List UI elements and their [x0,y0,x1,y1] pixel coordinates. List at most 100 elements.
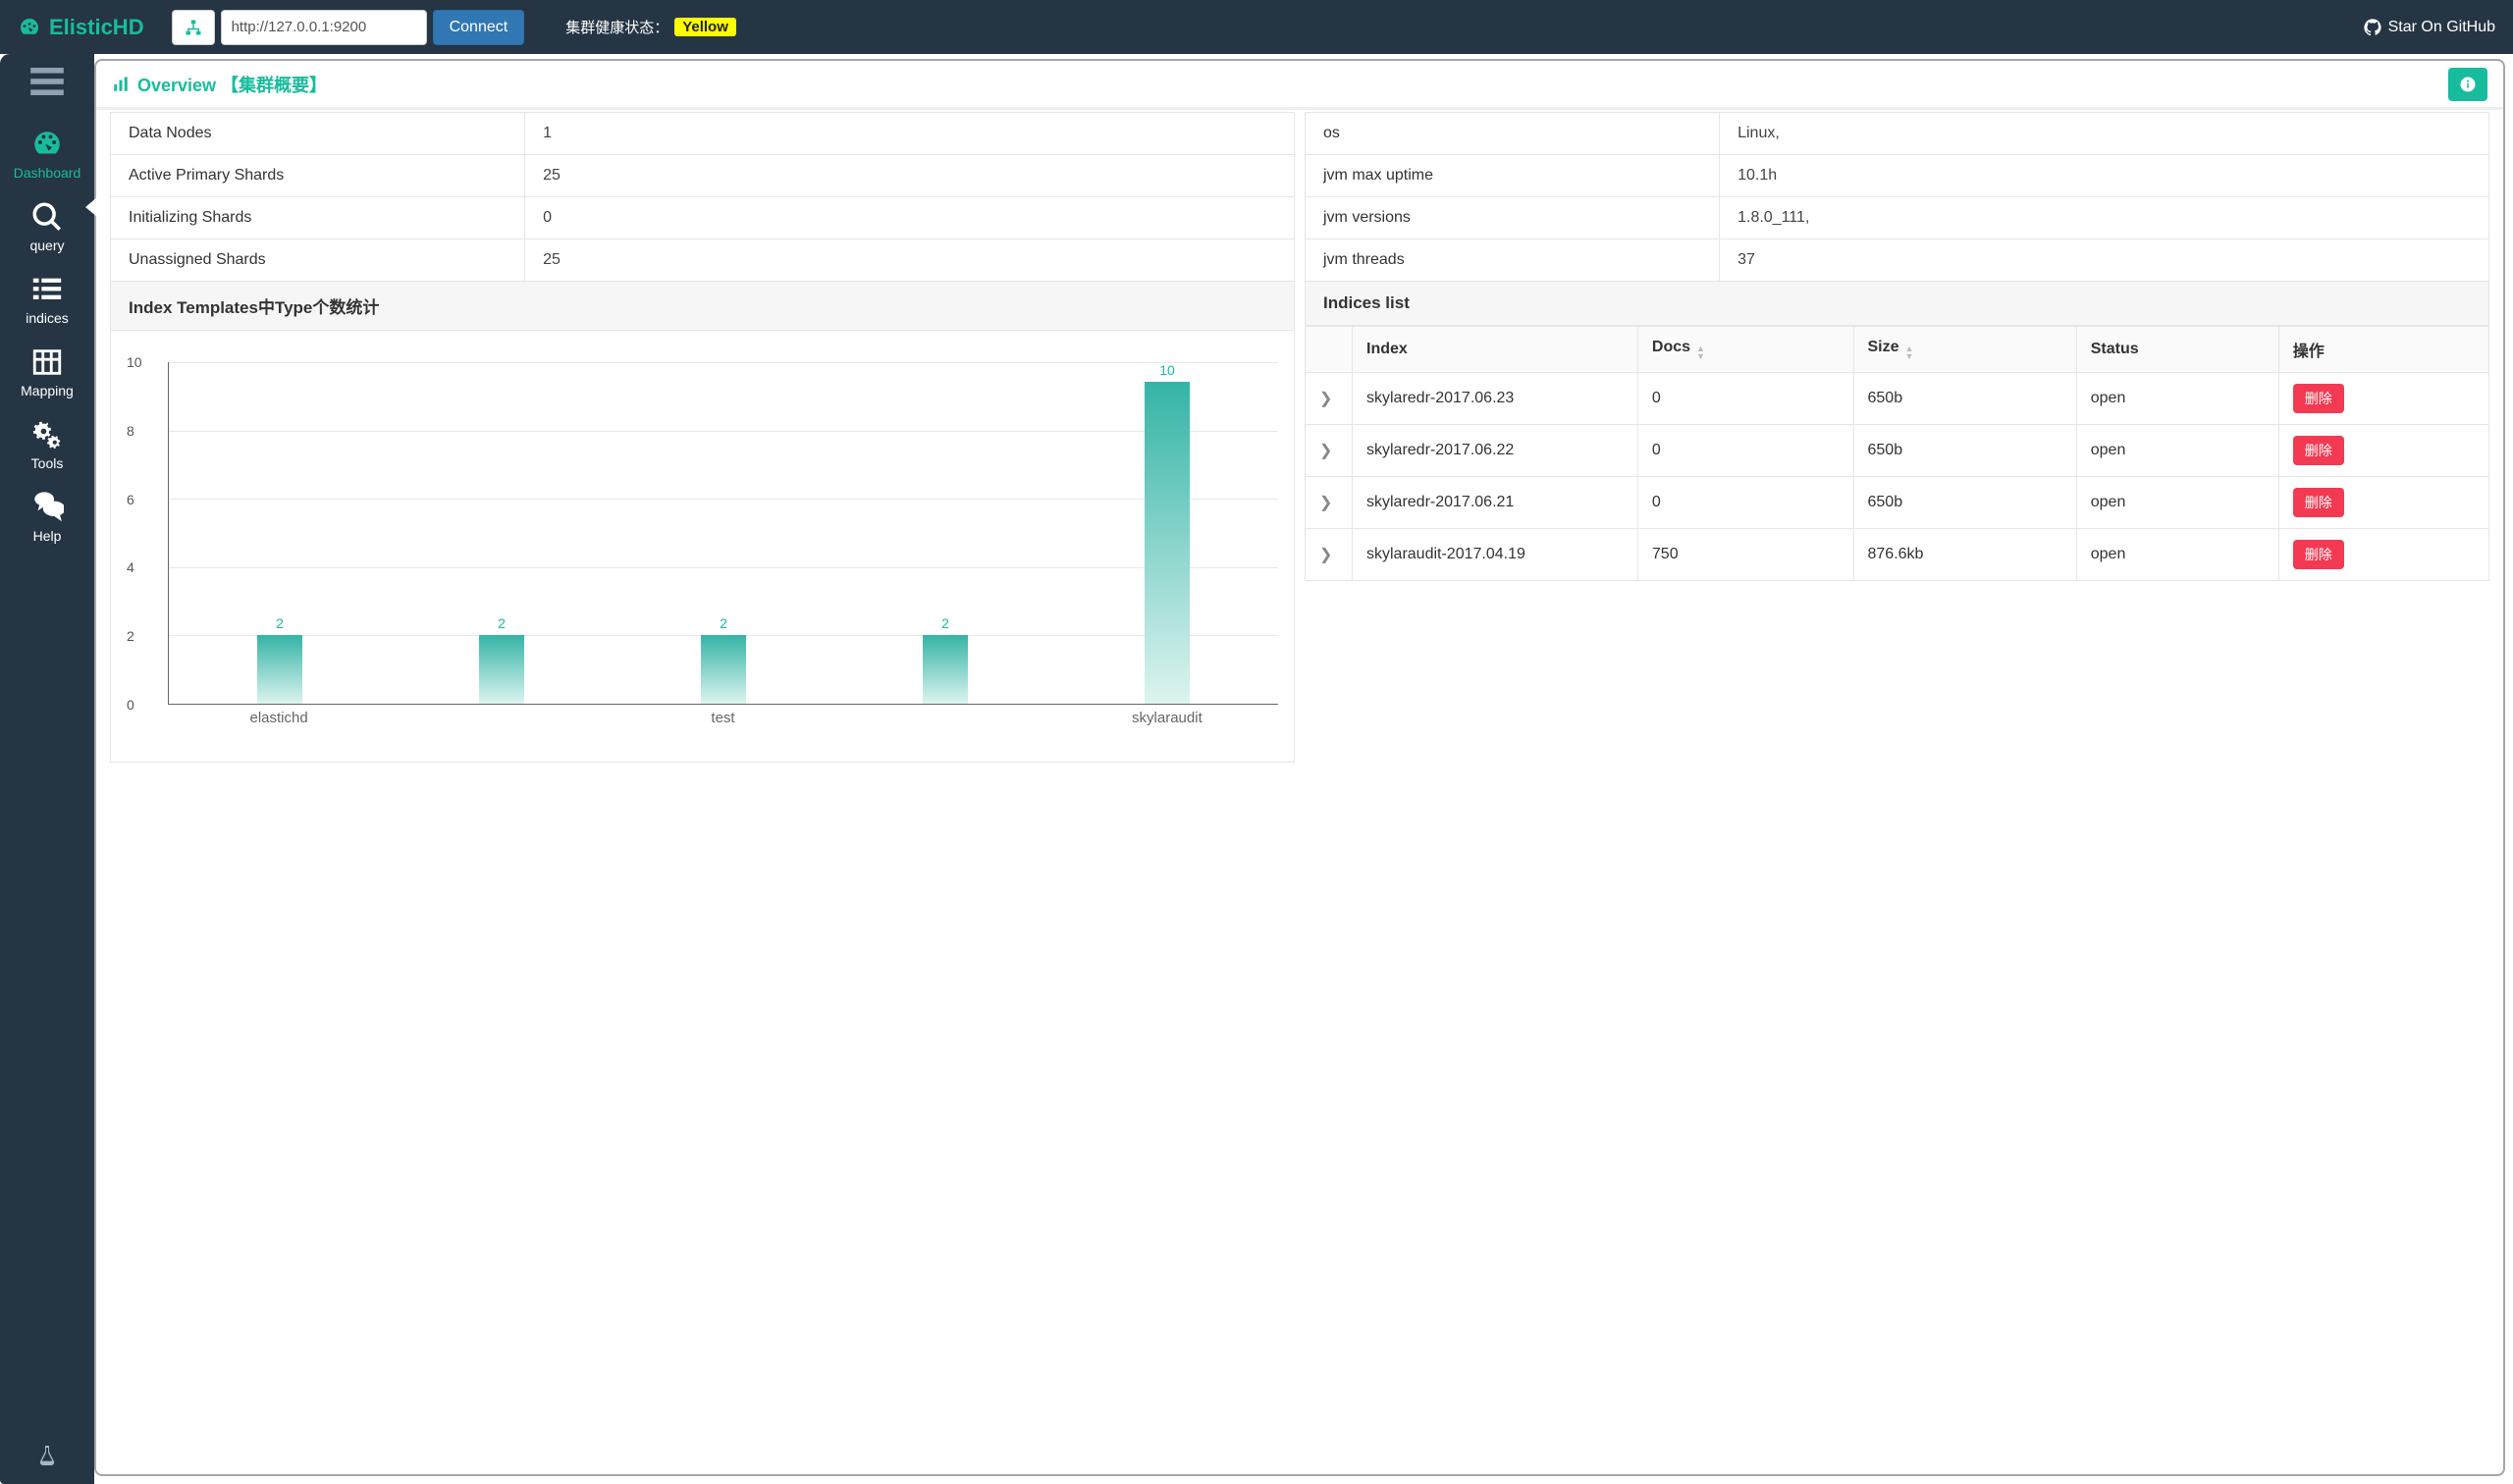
cell-docs: 750 [1637,529,1853,581]
chart-xtick: test [711,710,734,726]
stats-row: jvm versions1.8.0_111, [1306,197,2489,239]
sort-icon: ▲▼ [1905,344,1914,360]
chart-bar [479,635,524,704]
cell-status: open [2076,529,2278,581]
chart-bar [1145,382,1190,704]
chart-bar [701,635,746,704]
stats-value: Linux, [1720,113,2489,155]
sidebar-item-label: Help [33,528,62,544]
chart-bar-slot: 10 [1056,362,1278,704]
sidebar-item-query[interactable]: query [0,190,94,263]
health-label: 集群健康状态： [565,17,668,37]
gauge-icon [18,16,41,39]
chart-plot: 222210 [168,362,1278,705]
sidebar-item-mapping[interactable]: Mapping [0,336,94,408]
stats-value: 1.8.0_111, [1720,197,2489,239]
sitemap-icon[interactable] [172,10,215,45]
stats-value: 0 [525,197,1295,239]
stats-row: Unassigned Shards25 [111,239,1295,282]
delete-button[interactable]: 删除 [2293,436,2344,465]
connect-button[interactable]: Connect [433,10,525,45]
sidebar-item-tools[interactable]: Tools [0,408,94,481]
chart-bar-value: 2 [498,615,506,631]
expand-row-icon[interactable]: ❯ [1306,529,1353,581]
cell-index: skylaraudit-2017.04.19 [1353,529,1638,581]
table-row: ❯skylaredr-2017.06.230650bopen删除 [1306,373,2489,425]
stats-value: 25 [525,239,1295,282]
cell-docs: 0 [1637,425,1853,477]
chart-ytick: 0 [127,697,134,713]
flask-icon[interactable] [35,1442,59,1474]
cell-ops: 删除 [2278,425,2488,477]
connection-url-input[interactable] [221,10,427,45]
sidebar-item-label: indices [26,310,69,326]
main-panel: Overview 【集群概要】 Data Nodes1Active Primar… [94,59,2505,1476]
chart-bar-slot: 2 [391,362,613,704]
chart-bar [923,635,968,704]
chart-xtick: skylaraudit [1132,710,1203,726]
page-title: Overview 【集群概要】 [112,72,327,97]
sidebar-item-label: Tools [31,455,64,471]
page-title-text: Overview 【集群概要】 [137,72,327,97]
list-icon [30,273,64,306]
col-ops: 操作 [2278,327,2488,373]
chart-bar [257,635,302,704]
chart-bar-slot: 2 [169,362,391,704]
chart-bar-slot: 2 [613,362,834,704]
sidebar-item-dashboard[interactable]: Dashboard [0,118,94,190]
table-row: ❯skylaredr-2017.06.220650bopen删除 [1306,425,2489,477]
col-docs[interactable]: Docs▲▼ [1637,327,1853,373]
panel-body[interactable]: Data Nodes1Active Primary Shards25Initia… [96,110,2503,1474]
delete-button[interactable]: 删除 [2293,488,2344,517]
stats-value: 37 [1720,239,2489,282]
expand-row-icon[interactable]: ❯ [1306,477,1353,529]
stats-row: osLinux, [1306,113,2489,155]
stats-key: Initializing Shards [111,197,525,239]
chart-ytick: 6 [127,492,134,507]
chart-bar-value: 10 [1159,362,1175,378]
stats-row: jvm threads37 [1306,239,2489,282]
info-icon [2459,76,2477,93]
info-button[interactable] [2448,68,2487,101]
stats-value: 1 [525,113,1295,155]
cluster-health: 集群健康状态： Yellow [565,17,736,37]
brand-text: ElisticHD [49,15,144,40]
cluster-stats-right: osLinux,jvm max uptime10.1hjvm versions1… [1305,112,2489,282]
col-size[interactable]: Size▲▼ [1853,327,2076,373]
sidebar-item-help[interactable]: Help [0,481,94,554]
delete-button[interactable]: 删除 [2293,540,2344,569]
cell-status: open [2076,477,2278,529]
expand-row-icon[interactable]: ❯ [1306,425,1353,477]
table-icon [30,345,64,379]
top-nav: ElisticHD Connect 集群健康状态： Yellow Star On… [0,0,2513,54]
github-link[interactable]: Star On GitHub [2364,19,2495,36]
cell-size: 650b [1853,477,2076,529]
cell-index: skylaredr-2017.06.22 [1353,425,1638,477]
stats-key: jvm versions [1306,197,1720,239]
chart-ytick: 4 [127,559,134,575]
delete-button[interactable]: 删除 [2293,384,2344,413]
chart-bar-value: 2 [720,615,727,631]
cell-docs: 0 [1637,477,1853,529]
cell-docs: 0 [1637,373,1853,425]
gears-icon [30,418,64,451]
sidebar-item-label: query [29,238,64,253]
dashboard-icon [30,128,64,161]
brand[interactable]: ElisticHD [18,15,144,40]
stats-key: jvm max uptime [1306,155,1720,197]
cell-status: open [2076,373,2278,425]
cell-index: skylaredr-2017.06.21 [1353,477,1638,529]
col-index: Index [1353,327,1638,373]
cell-ops: 删除 [2278,373,2488,425]
templates-chart: 0246810222210elastichdtestskylaraudit [110,331,1295,763]
bar-chart-icon [112,76,130,93]
indices-section-title: Indices list [1305,282,2489,326]
stats-row: Data Nodes1 [111,113,1295,155]
chart-ytick: 2 [127,628,134,644]
chart-ytick: 8 [127,423,134,439]
stats-row: Initializing Shards0 [111,197,1295,239]
expand-row-icon[interactable]: ❯ [1306,373,1353,425]
menu-toggle-icon[interactable] [30,68,64,100]
stats-row: Active Primary Shards25 [111,155,1295,197]
sidebar-item-indices[interactable]: indices [0,263,94,336]
